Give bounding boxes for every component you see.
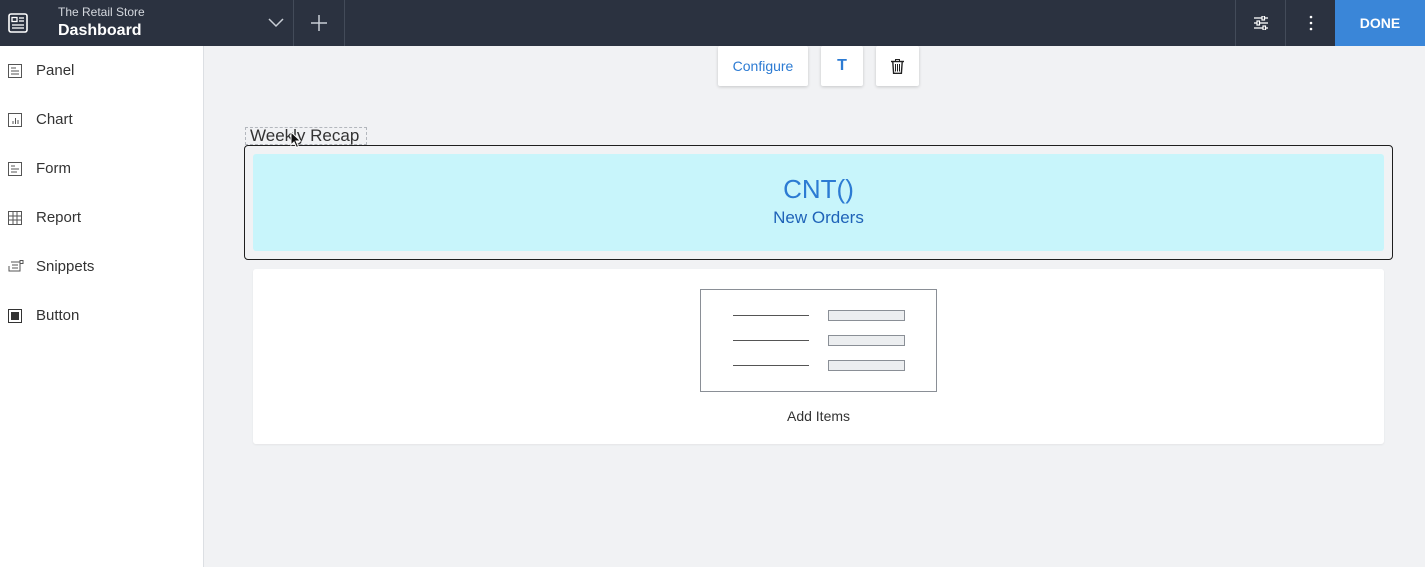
sidebar-item-label: Panel: [36, 62, 75, 79]
done-button[interactable]: DONE: [1335, 0, 1425, 46]
kpi-label: New Orders: [773, 208, 864, 227]
app-menu-icon[interactable]: [0, 0, 36, 46]
sidebar-item-snippets[interactable]: Snippets: [0, 242, 203, 291]
sliders-icon: [1253, 16, 1268, 30]
plus-icon: [311, 15, 327, 31]
top-bar: The Retail Store Dashboard DONE: [0, 0, 1425, 46]
chart-icon: [0, 112, 36, 127]
delete-button[interactable]: [876, 46, 919, 86]
kpi-value: CNT(): [783, 174, 854, 204]
add-page-button[interactable]: [294, 0, 345, 46]
button-icon: [0, 308, 36, 323]
add-items-label[interactable]: Add Items: [253, 408, 1384, 424]
chevron-down-icon: [267, 18, 284, 28]
kpi-widget[interactable]: CNT() New Orders: [253, 154, 1384, 251]
form-icon: [0, 161, 36, 176]
placeholder-field: [828, 310, 905, 321]
sidebar-item-form[interactable]: Form: [0, 144, 203, 193]
mouse-cursor-icon: [290, 131, 302, 149]
sidebar-item-label: Form: [36, 160, 71, 177]
text-style-button[interactable]: T: [821, 46, 863, 86]
sidebar-item-label: Snippets: [36, 258, 95, 275]
settings-button[interactable]: [1235, 0, 1285, 46]
title-block: The Retail Store Dashboard: [58, 5, 145, 43]
trash-icon: [891, 58, 904, 74]
sidebar-item-label: Chart: [36, 111, 73, 128]
form-placeholder-illustration: [700, 289, 937, 392]
placeholder-line: [733, 365, 809, 366]
placeholder-line: [733, 315, 809, 316]
kebab-menu-icon: [1309, 15, 1312, 31]
report-icon: [0, 210, 36, 225]
sidebar: Panel Chart Form Report Snippets Button: [0, 46, 204, 567]
sidebar-item-label: Report: [36, 209, 82, 226]
placeholder-field: [828, 335, 905, 346]
placeholder-line: [733, 340, 809, 341]
sidebar-item-chart[interactable]: Chart: [0, 95, 203, 144]
sidebar-item-label: Button: [36, 307, 80, 324]
panel-icon: [0, 63, 36, 78]
sidebar-item-panel[interactable]: Panel: [0, 46, 203, 95]
add-items-area[interactable]: Add Items: [253, 269, 1384, 444]
panel-title[interactable]: Weekly Recap: [245, 127, 367, 145]
page-dropdown-button[interactable]: [258, 0, 294, 46]
sidebar-item-button[interactable]: Button: [0, 291, 203, 340]
page-name[interactable]: Dashboard: [58, 19, 145, 43]
placeholder-field: [828, 360, 905, 371]
configure-button[interactable]: Configure: [718, 46, 808, 86]
more-options-button[interactable]: [1285, 0, 1335, 46]
snippets-icon: [0, 259, 36, 274]
sidebar-item-report[interactable]: Report: [0, 193, 203, 242]
app-name: The Retail Store: [58, 5, 145, 19]
